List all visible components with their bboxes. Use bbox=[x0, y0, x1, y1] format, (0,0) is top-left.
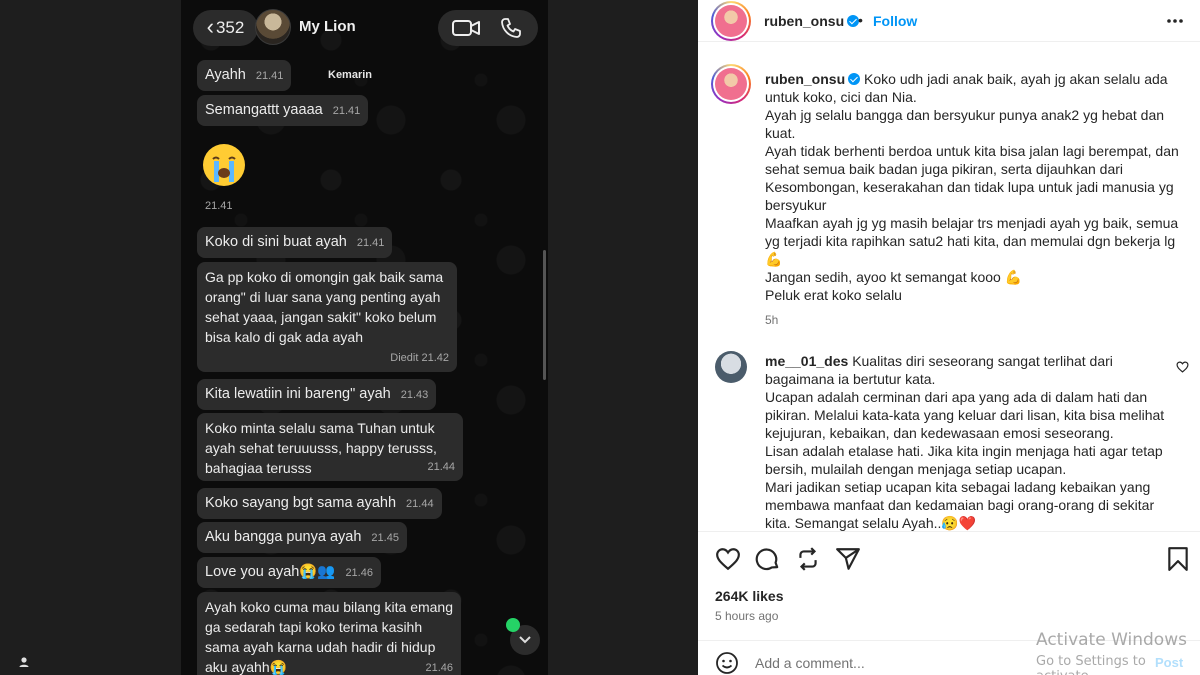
repost-icon[interactable] bbox=[795, 546, 821, 572]
message-bubble[interactable]: Kita lewatiin ini bareng" ayah 21.43 bbox=[197, 379, 437, 410]
message-bubble[interactable]: Love you ayah😭👥 21.46 bbox=[197, 557, 381, 588]
author-username[interactable]: ruben_onsu bbox=[764, 13, 860, 29]
message-text: Ayahh bbox=[205, 67, 246, 83]
message-time: 21.45 bbox=[371, 532, 399, 544]
caption-line: Ayah jg selalu bangga dan bersyukur puny… bbox=[765, 107, 1165, 141]
caption-line: Maafkan ayah jg yg masih belajar trs men… bbox=[765, 215, 1179, 267]
watermark-subtitle: Go to Settings to activate bbox=[1036, 654, 1146, 675]
post-caption: ruben_onsu Koko udh jadi anak baik, ayah… bbox=[765, 70, 1185, 304]
caption-username[interactable]: ruben_onsu bbox=[765, 71, 845, 87]
message-bubble[interactable]: Koko sayang bgt sama ayahh 21.44 bbox=[197, 488, 442, 519]
message-time: 21.41 bbox=[205, 200, 233, 212]
emoji-picker-icon[interactable] bbox=[715, 651, 739, 675]
comment: me__01_des Kualitas diri seseorang sanga… bbox=[765, 352, 1165, 532]
commenter-avatar[interactable] bbox=[715, 351, 747, 383]
phone-call-icon[interactable] bbox=[500, 17, 522, 39]
message-text: Ayah koko cuma mau bilang kita emang ga … bbox=[205, 599, 453, 675]
back-button[interactable]: ‹ 352 bbox=[193, 10, 258, 46]
message-time: 21.46 bbox=[425, 662, 453, 674]
comment-line: Lisan adalah etalase hati. Jika kita ing… bbox=[765, 443, 1163, 477]
windows-activation-watermark: Activate Windows Go to Settings to activ… bbox=[1036, 630, 1200, 675]
likes-count[interactable]: 264K likes bbox=[715, 588, 784, 604]
message-text: Koko di sini buat ayah bbox=[205, 234, 347, 250]
message-bubble[interactable]: Koko di sini buat ayah 21.41 bbox=[197, 227, 393, 258]
instagram-post-panel: ruben_onsu • Follow ruben_onsu Koko udh … bbox=[698, 0, 1200, 675]
share-icon[interactable] bbox=[835, 546, 861, 572]
unread-count: 352 bbox=[215, 18, 245, 37]
caption-author-avatar[interactable] bbox=[711, 64, 751, 104]
chat-header: ‹ 352 My Lion bbox=[181, 0, 548, 56]
message-text: Kita lewatiin ini bareng" ayah bbox=[205, 386, 391, 402]
post-timestamp[interactable]: 5 hours ago bbox=[715, 609, 778, 623]
chat-screenshot: ‹ 352 My Lion Kemarin Ayahh 21.41 Semanga… bbox=[181, 0, 548, 675]
contact-avatar[interactable] bbox=[255, 9, 291, 45]
verified-badge-icon bbox=[848, 73, 861, 85]
chevron-down-icon bbox=[519, 636, 531, 644]
emoji-message[interactable]: 21.41 bbox=[197, 136, 253, 218]
comment-icon[interactable] bbox=[755, 546, 781, 572]
crying-face-emoji bbox=[203, 144, 245, 186]
message-bubble[interactable]: Aku bangga punya ayah 21.45 bbox=[197, 522, 407, 553]
message-text: Koko sayang bgt sama ayahh bbox=[205, 495, 397, 511]
chevron-left-icon: ‹ bbox=[206, 14, 214, 39]
caption-line: Jangan sedih, ayoo kt semangat kooo 💪 bbox=[765, 269, 1023, 285]
more-options-icon[interactable] bbox=[1165, 13, 1185, 29]
like-icon[interactable] bbox=[715, 546, 741, 572]
message-time: 21.44 bbox=[427, 461, 455, 473]
user-icon[interactable] bbox=[17, 655, 31, 669]
message-time: Diedit 21.42 bbox=[390, 352, 449, 364]
screen: ‹ 352 My Lion Kemarin Ayahh 21.41 Semanga… bbox=[0, 0, 1200, 675]
message-time: 21.44 bbox=[406, 498, 434, 510]
like-comment-icon[interactable] bbox=[1176, 361, 1189, 373]
author-username-text: ruben_onsu bbox=[764, 13, 845, 29]
message-text: Aku bangga punya ayah bbox=[205, 529, 362, 545]
message-bubble[interactable]: Ga pp koko di omongin gak baik sama oran… bbox=[197, 262, 457, 372]
message-time: 21.43 bbox=[400, 389, 429, 401]
message-time: 21.46 bbox=[345, 567, 373, 579]
message-text: Love you ayah😭👥 bbox=[205, 564, 336, 580]
message-text: Koko minta selalu sama Tuhan untuk ayah … bbox=[205, 420, 437, 476]
contact-name[interactable]: My Lion bbox=[299, 18, 356, 35]
message-bubble[interactable]: Ayahh 21.41 bbox=[197, 60, 292, 91]
message-bubble[interactable]: Ayah koko cuma mau bilang kita emang ga … bbox=[197, 592, 461, 675]
message-time: 21.41 bbox=[332, 105, 361, 117]
message-time: 21.41 bbox=[356, 237, 385, 249]
post-actions bbox=[698, 531, 1200, 585]
comment-line: Mari jadikan setiap ucapan kita sebagai … bbox=[765, 479, 1155, 531]
watermark-title: Activate Windows bbox=[1036, 630, 1187, 650]
video-call-icon[interactable] bbox=[452, 19, 480, 37]
caption-timestamp[interactable]: 5h bbox=[765, 313, 778, 327]
status-dot bbox=[506, 618, 520, 632]
call-actions bbox=[438, 10, 538, 46]
message-time: 21.41 bbox=[255, 70, 284, 82]
post-header: ruben_onsu • Follow bbox=[698, 0, 1200, 42]
message-bubble[interactable]: Koko minta selalu sama Tuhan untuk ayah … bbox=[197, 413, 463, 481]
comment-line: Ucapan adalah cerminan dari apa yang ada… bbox=[765, 389, 1165, 441]
caption-line: Peluk erat koko selalu bbox=[765, 287, 902, 303]
caption-line: Ayah tidak berhenti berdoa untuk kita bi… bbox=[765, 143, 1179, 213]
message-text: Ga pp koko di omongin gak baik sama oran… bbox=[205, 269, 444, 345]
separator-dot: • bbox=[858, 12, 863, 28]
chat-scrollbar[interactable] bbox=[543, 250, 546, 380]
follow-button[interactable]: Follow bbox=[873, 13, 917, 29]
author-avatar[interactable] bbox=[711, 1, 751, 41]
message-bubble[interactable]: Semangattt yaaaa 21.41 bbox=[197, 95, 369, 126]
day-separator: Kemarin bbox=[328, 69, 373, 81]
save-icon[interactable] bbox=[1165, 546, 1191, 572]
message-text: Semangattt yaaaa bbox=[205, 102, 323, 118]
commenter-username[interactable]: me__01_des bbox=[765, 353, 848, 369]
